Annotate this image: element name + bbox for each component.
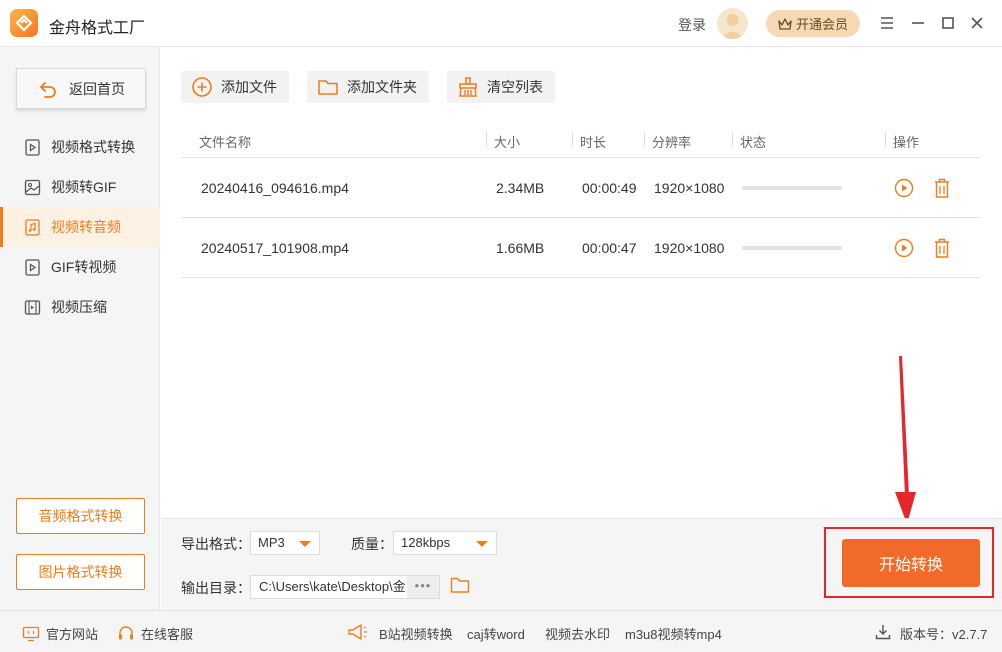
- output-path-value: C:\Users\kate\Desktop\金: [259, 579, 406, 594]
- chevron-down-icon: [299, 541, 311, 547]
- crown-icon: [778, 17, 792, 30]
- maximize-icon[interactable]: [939, 14, 957, 32]
- header-actions: 操作: [893, 135, 920, 150]
- vip-label: 开通会员: [795, 17, 848, 32]
- online-support-link[interactable]: 在线客服: [117, 624, 193, 643]
- quality-select[interactable]: 128kbps: [393, 531, 497, 555]
- start-convert-button[interactable]: 开始转换: [842, 539, 980, 587]
- footer-link[interactable]: B站视频转换: [379, 624, 453, 643]
- online-support-label: 在线客服: [141, 627, 194, 642]
- header-status: 状态: [740, 135, 767, 150]
- column-divider: [486, 132, 487, 147]
- quality-value: 128kbps: [401, 535, 451, 550]
- close-icon[interactable]: [968, 14, 986, 32]
- compress-icon: [24, 299, 41, 315]
- file-resolution: 1920×1080: [654, 240, 725, 256]
- monitor-icon: [22, 626, 40, 641]
- title-bar: 金舟格式工厂 登录 开通会员: [0, 0, 1002, 47]
- music-file-icon: [25, 218, 40, 236]
- app-logo-icon: [10, 9, 38, 37]
- column-divider: [572, 132, 573, 147]
- app-title: 金舟格式工厂: [49, 20, 146, 37]
- sidebar-item-label: 视频转音频: [51, 219, 121, 235]
- sidebar-item-video-compress[interactable]: 视频压缩: [0, 287, 160, 327]
- back-arrow-icon: [40, 81, 56, 98]
- avatar[interactable]: [717, 8, 748, 39]
- header-resolution: 分辨率: [652, 135, 692, 150]
- menu-icon[interactable]: [878, 14, 896, 32]
- footer-link[interactable]: 视频去水印: [545, 624, 610, 643]
- file-size: 2.34MB: [496, 180, 545, 196]
- plus-circle-icon: [192, 77, 212, 97]
- sidebar-item-video-to-gif[interactable]: 视频转GIF: [0, 167, 160, 207]
- footer-link[interactable]: m3u8视频转mp4: [625, 624, 722, 643]
- sidebar-item-label: 视频转GIF: [51, 179, 117, 195]
- format-value: MP3: [258, 535, 285, 550]
- folder-icon: [318, 80, 338, 95]
- file-resolution: 1920×1080: [654, 180, 725, 196]
- back-home-button[interactable]: 返回首页: [16, 68, 146, 109]
- file-duration: 00:00:47: [582, 240, 637, 256]
- table-row[interactable]: 20240517_101908.mp4 1.66MB 00:00:47 1920…: [181, 218, 981, 278]
- quality-label: 质量：: [351, 536, 393, 552]
- file-name: 20240416_094616.mp4: [201, 180, 349, 196]
- sidebar-item-label: GIF转视频: [51, 259, 117, 275]
- output-path-field[interactable]: C:\Users\kate\Desktop\金 •••: [250, 575, 440, 599]
- trash-icon[interactable]: [932, 177, 952, 199]
- header-size: 大小: [494, 135, 521, 150]
- play-file-icon: [25, 138, 40, 156]
- file-name: 20240517_101908.mp4: [201, 240, 349, 256]
- back-home-label: 返回首页: [69, 80, 125, 97]
- column-divider: [885, 132, 886, 147]
- image-format-button[interactable]: 图片格式转换: [16, 554, 145, 590]
- add-file-button[interactable]: 添加文件: [181, 71, 289, 103]
- progress-bar: [742, 246, 842, 250]
- file-table-header: 文件名称 大小 时长 分辨率 状态 操作: [181, 122, 981, 158]
- trash-icon[interactable]: [932, 237, 952, 259]
- clear-list-button[interactable]: 清空列表: [447, 71, 555, 103]
- play-icon[interactable]: [894, 238, 914, 258]
- progress-bar: [742, 186, 842, 190]
- format-label: 导出格式：: [181, 536, 251, 552]
- output-dir-label: 输出目录：: [181, 580, 251, 596]
- download-icon: [875, 625, 891, 640]
- file-duration: 00:00:49: [582, 180, 637, 196]
- official-website-link[interactable]: 官方网站: [22, 624, 98, 643]
- minimize-icon[interactable]: [909, 14, 927, 32]
- sidebar-item-video-to-audio[interactable]: 视频转音频: [0, 207, 160, 247]
- annotation-arrow: [895, 356, 916, 524]
- add-folder-label: 添加文件夹: [347, 79, 417, 95]
- login-link[interactable]: 登录: [678, 15, 706, 35]
- sidebar-item-video-format[interactable]: 视频格式转换: [0, 127, 160, 167]
- header-filename: 文件名称: [199, 135, 252, 150]
- column-divider: [732, 132, 733, 147]
- footer-link[interactable]: caj转word: [467, 624, 525, 643]
- add-folder-button[interactable]: 添加文件夹: [307, 71, 429, 103]
- file-size: 1.66MB: [496, 240, 545, 256]
- column-divider: [644, 132, 645, 147]
- vip-button[interactable]: 开通会员: [766, 10, 860, 37]
- headset-icon: [119, 625, 133, 639]
- open-folder-icon[interactable]: [450, 576, 470, 594]
- sidebar: 返回首页 视频格式转换 视频转GIF 视频转音频 GIF转视频 视频压缩 音频格…: [0, 47, 160, 610]
- sidebar-item-label: 视频压缩: [51, 299, 107, 315]
- play-file-icon: [25, 258, 40, 276]
- format-select[interactable]: MP3: [250, 531, 320, 555]
- header-duration: 时长: [580, 135, 607, 150]
- browse-more-button[interactable]: •••: [407, 576, 439, 598]
- version-label: 版本号：v2.7.7: [900, 627, 988, 642]
- sidebar-item-label: 视频格式转换: [51, 139, 135, 155]
- add-file-label: 添加文件: [221, 79, 277, 95]
- table-row[interactable]: 20240416_094616.mp4 2.34MB 00:00:49 1920…: [181, 158, 981, 218]
- image-icon: [24, 179, 41, 195]
- audio-format-button[interactable]: 音频格式转换: [16, 498, 145, 534]
- footer: 官方网站 在线客服 B站视频转换 caj转word 视频去水印 m3u8视频转m…: [0, 610, 1002, 652]
- sidebar-item-gif-to-video[interactable]: GIF转视频: [0, 247, 160, 287]
- megaphone-icon: [348, 624, 367, 640]
- clear-list-label: 清空列表: [487, 79, 543, 95]
- play-icon[interactable]: [894, 178, 914, 198]
- broom-icon: [459, 77, 477, 97]
- chevron-down-icon: [476, 541, 488, 547]
- official-website-label: 官方网站: [46, 627, 99, 642]
